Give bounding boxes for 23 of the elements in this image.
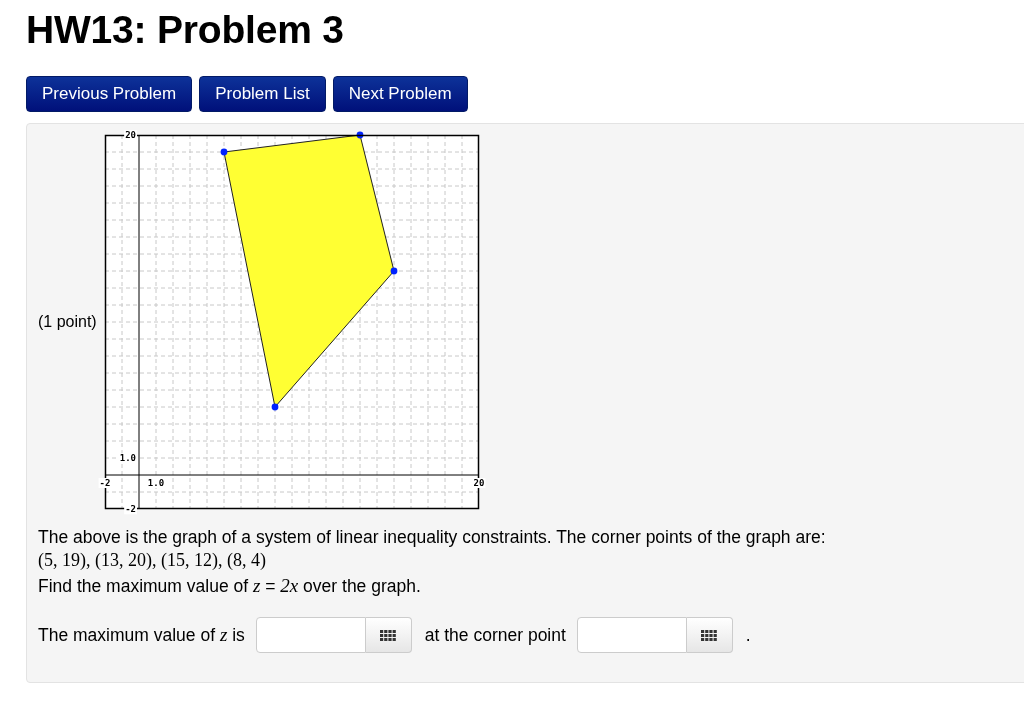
nav-button[interactable]: Previous Problem <box>26 76 193 112</box>
axis-tick-label: 1.0 <box>119 453 136 464</box>
axis-tick-label: -2 <box>99 478 111 488</box>
axis-tick-label: 20 <box>473 478 485 488</box>
equation-editor-button[interactable] <box>365 617 412 653</box>
page-title: HW13: Problem 3 <box>26 7 345 52</box>
axis-tick-label: 20 <box>124 130 136 141</box>
grid-icon <box>701 629 718 641</box>
answer-field[interactable] <box>255 617 366 653</box>
nav-button[interactable]: Problem List <box>199 76 326 112</box>
point-value-text: (1 point) <box>38 313 97 331</box>
answer-field[interactable] <box>576 617 687 653</box>
answer-prompt-text: The maximum value of z is <box>38 624 245 646</box>
axis-tick-label: -2 <box>124 504 136 515</box>
question-text: Find the maximum value of z = 2x over the graph. <box>38 574 422 598</box>
axis-tick-label: 1.0 <box>147 478 164 488</box>
answer-prompt-text: . <box>745 624 751 646</box>
grid-icon <box>380 629 397 641</box>
equation-editor-button[interactable] <box>686 617 733 653</box>
answer-prompt-text: at the corner point <box>424 624 566 646</box>
nav-button[interactable]: Next Problem <box>332 76 468 112</box>
corner-points-text: (5, 19), (13, 20), (15, 12), (8, 4) <box>38 549 267 572</box>
problem-text: The above is the graph of a system of linear inequality constraints. The corner points of the graph are: <box>38 526 827 548</box>
